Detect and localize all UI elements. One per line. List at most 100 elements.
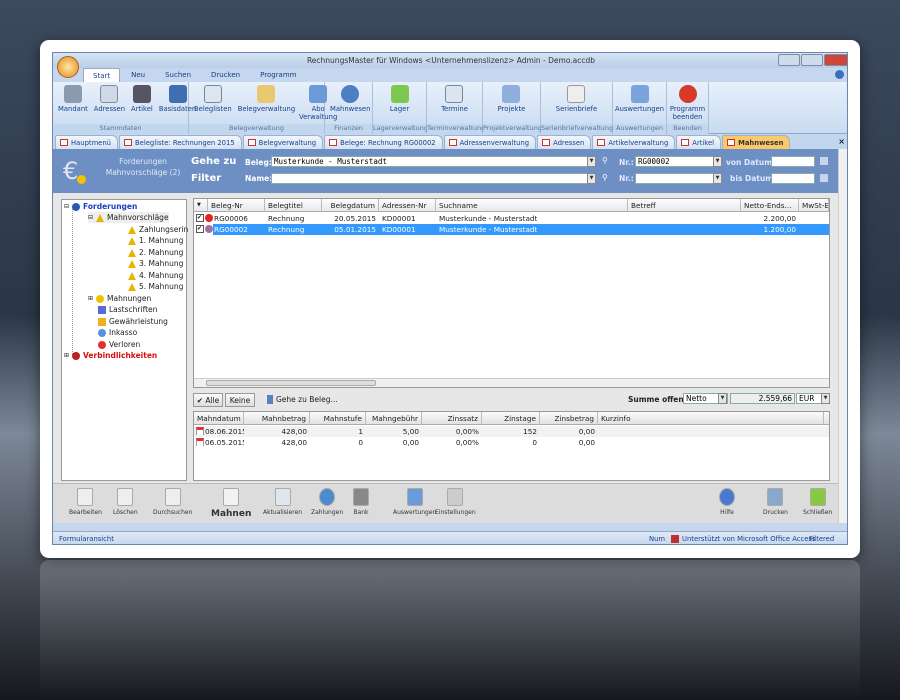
column-header[interactable]: Zinstage [482,412,540,425]
doc-tab[interactable]: Belege: Rechnung RG00002 [324,135,443,149]
table-row[interactable]: ✔ RG00006 Rechnung 20.05.2015 KD00001 Mu… [194,213,829,224]
label: Programm beenden [669,105,706,121]
mahnen-button[interactable]: Mahnen [211,488,251,519]
currency-select[interactable]: EUR [796,393,822,404]
doc-tab[interactable]: Adressen [537,135,592,149]
ribbon-tab-programm[interactable]: Programm [251,68,305,82]
calendar-icon[interactable] [820,174,828,182]
chevron-down-icon[interactable]: ▼ [713,173,722,184]
select-none-button[interactable]: Keine [225,393,255,407]
help-icon[interactable] [835,70,844,79]
column-header[interactable]: Mahnbetrag [244,412,310,425]
tree-item[interactable]: Lastschriften [98,304,157,315]
ribbon-tab-suchen[interactable]: Suchen [156,68,200,82]
doc-tab[interactable]: Adressenverwaltung [443,135,537,149]
column-header[interactable]: MwSt-E [799,199,829,212]
chevron-down-icon[interactable]: ▼ [713,156,722,167]
column-header[interactable]: Adressen-Nr [379,199,436,212]
tree-item[interactable]: Inkasso [98,327,137,338]
tree-item[interactable]: Verloren [98,339,140,350]
doc-tab[interactable]: Belegliste: Rechnungen 2015 [118,135,242,149]
drucken-button[interactable]: Drucken [763,488,788,516]
hilfe-button[interactable]: Hilfe [719,488,735,516]
tree-item[interactable]: Gewährleistung [98,316,168,327]
chevron-down-icon[interactable]: ▼ [587,156,596,167]
column-header[interactable]: Suchname [436,199,628,212]
column-header[interactable]: Netto-Ends... [741,199,799,212]
reflection [40,560,860,700]
chevron-down-icon[interactable]: ▼ [587,173,596,184]
nr-from-field[interactable]: RG00002 [635,156,721,167]
horizontal-scrollbar[interactable] [194,378,829,387]
von-datum-field[interactable] [771,156,815,167]
status-bar: Formularansicht Num Unterstützt von Micr… [53,531,847,544]
beleg-combobox[interactable]: Musterkunde - Musterstadt [271,156,594,167]
label: Belegverwaltung [237,105,296,113]
calendar-icon[interactable] [820,157,828,165]
vertical-scrollbar[interactable] [838,149,847,523]
einstellungen-button[interactable]: Einstellungen [435,488,476,516]
chevron-down-icon[interactable]: ▼ [718,393,727,404]
tree-item-verbindlichkeiten[interactable]: ⊞ Verbindlichkeiten [64,350,157,361]
column-header[interactable]: Belegtitel [265,199,322,212]
form-icon [247,139,256,146]
scrollbar-thumb[interactable] [206,380,376,386]
tree-item-mahnvorschlaege[interactable]: ⊟ Mahnvorschläge [88,212,169,223]
goto-beleg-button[interactable]: Gehe zu Beleg... [267,395,338,404]
doc-tab-active[interactable]: Mahnwesen [722,135,791,149]
bis-datum-field[interactable] [771,173,815,184]
column-header[interactable]: Mahndatum [194,412,244,425]
doc-tab[interactable]: Artikel [676,135,722,149]
ribbon-tab-start[interactable]: Start [83,68,121,82]
loeschen-button[interactable]: Löschen [113,488,138,516]
chevron-down-icon[interactable]: ▼ [821,393,830,404]
column-header[interactable]: Betreff [628,199,741,212]
search-icon[interactable]: ⚲ [602,173,608,182]
form-icon [448,139,457,146]
ribbon-tab-drucken[interactable]: Drucken [202,68,249,82]
column-header[interactable]: Beleg-Nr [208,199,265,212]
select-all-button[interactable]: ✔ Alle [193,393,223,407]
maximize-button[interactable] [801,54,823,66]
nr-to-field[interactable] [635,173,721,184]
tree-item-forderungen[interactable]: ⊟ Forderungen [64,201,137,212]
minimize-button[interactable] [778,54,800,66]
tree-item[interactable]: 2. Mahnung [128,247,183,258]
column-menu[interactable]: ▼ [194,199,208,212]
doc-tab[interactable]: Hauptmenü [55,135,118,149]
ribbon-tab-neu[interactable]: Neu [122,68,154,82]
row-checkbox[interactable]: ✔ [196,225,204,233]
durchsuchen-button[interactable]: Durchsuchen [153,488,192,516]
tree-item-mahnungen[interactable]: ⊞ Mahnungen [88,293,151,304]
table-row[interactable]: 08.06.2015 428,00 1 5,00 0,00% 152 0,00 [194,426,829,437]
bank-button[interactable]: Bank [353,488,369,516]
table-row-selected[interactable]: ✔ RG00002 Rechnung 05.01.2015 KD00001 Mu… [194,224,829,235]
tree-item[interactable]: 5. Mahnung [128,281,183,292]
office-button[interactable] [57,56,79,78]
calendar-icon [196,427,204,435]
row-checkbox[interactable]: ✔ [196,214,204,222]
tree-item[interactable]: Zahlungserin [128,224,188,235]
cell: KD00001 [382,214,416,223]
doc-tab[interactable]: Belegverwaltung [242,135,324,149]
search-icon[interactable]: ⚲ [602,156,608,165]
column-header[interactable]: Zinssatz [422,412,482,425]
column-header[interactable]: Belegdatum [322,199,379,212]
schliessen-button[interactable]: Schließen [803,488,832,516]
column-header[interactable]: Mahngebühr [366,412,422,425]
tree-item[interactable]: 1. Mahnung [128,235,183,246]
close-button[interactable] [824,54,847,66]
aktualisieren-button[interactable]: Aktualisieren [263,488,302,516]
close-tab-icon[interactable]: × [838,135,845,149]
name-combobox[interactable] [271,173,594,184]
zahlungen-button[interactable]: Zahlungen [311,488,343,516]
bearbeiten-button[interactable]: Bearbeiten [69,488,102,516]
column-header[interactable]: Zinsbetrag [540,412,598,425]
table-row[interactable]: 06.05.2015 428,00 0 0,00 0,00% 0 0,00 [194,437,829,448]
auswertungen-button[interactable]: Auswertungen [393,488,436,516]
doc-tab[interactable]: Artikelverwaltung [592,135,676,149]
column-header[interactable]: Mahnstufe [310,412,366,425]
tree-item[interactable]: 3. Mahnung [128,258,183,269]
column-header[interactable]: Kurzinfo [598,412,824,425]
tree-item[interactable]: 4. Mahnung [128,270,183,281]
